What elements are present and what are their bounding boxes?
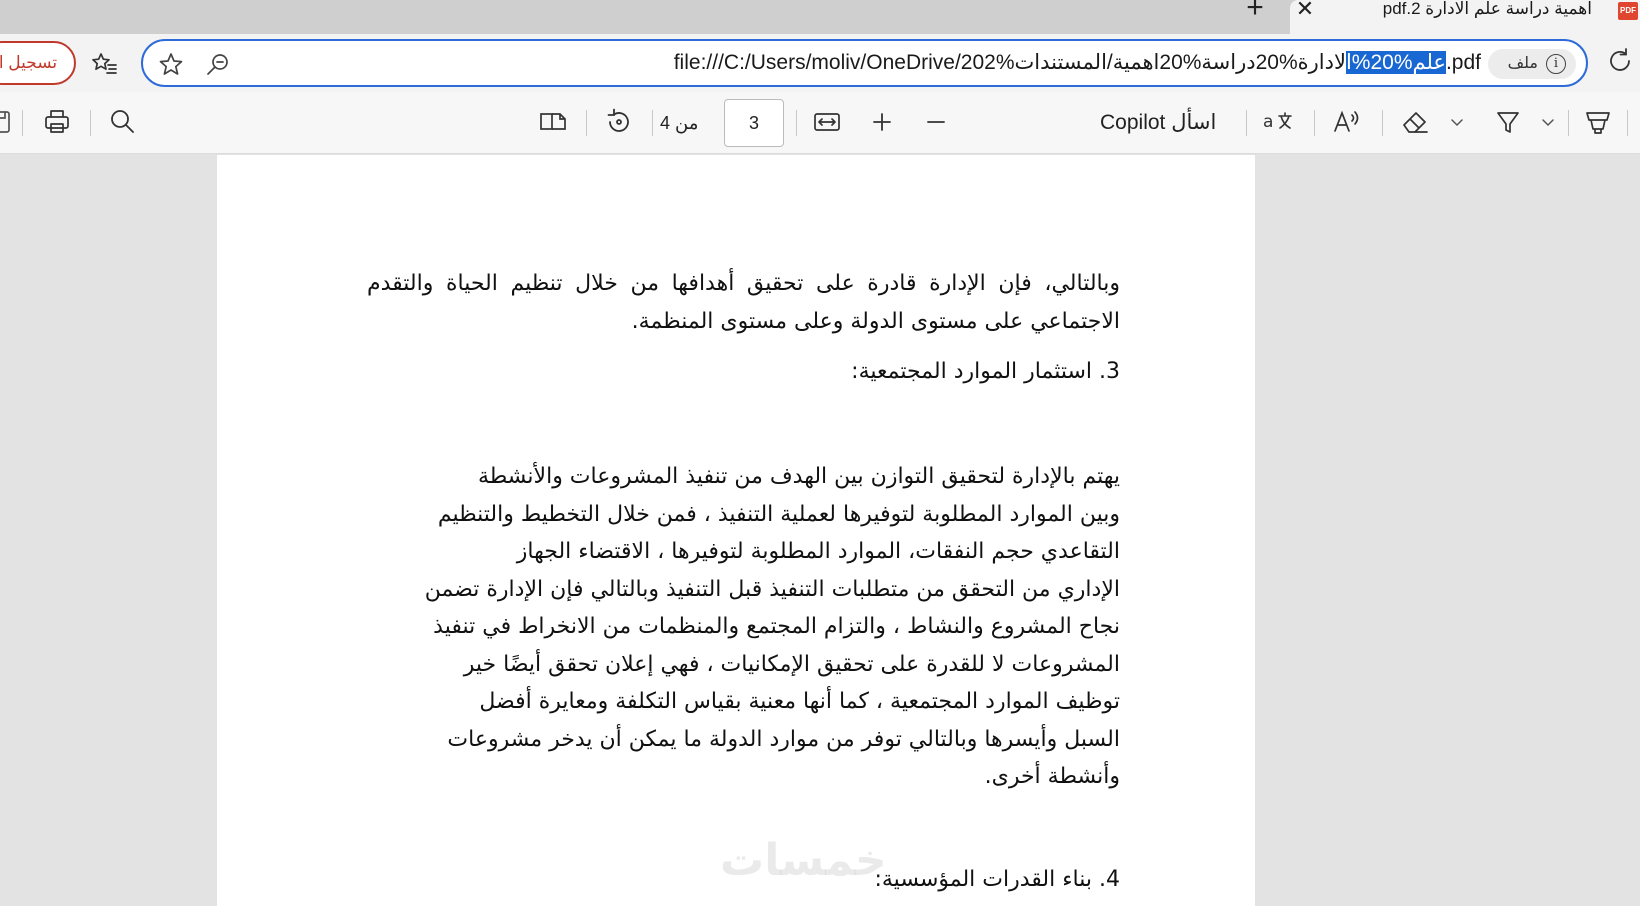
toolbar-separator <box>1568 110 1569 136</box>
search-icon[interactable] <box>108 107 138 137</box>
text-line: التقاعدي حجم النفقات، الموارد المطلوبة ل… <box>516 539 1120 564</box>
pdf-toolbar: من 4 3 اسأل Copilot a <box>0 92 1640 154</box>
favorites-icon[interactable] <box>90 50 118 78</box>
print-icon[interactable] <box>42 107 72 137</box>
translate-icon[interactable]: a <box>1262 107 1292 137</box>
zoom-out-icon[interactable] <box>921 107 951 137</box>
toolbar-separator <box>586 110 587 136</box>
site-info-badge[interactable]: ملف i <box>1488 49 1576 79</box>
page-count-label: من 4 <box>660 113 699 133</box>
ask-copilot-button[interactable]: اسأل Copilot <box>1100 108 1216 138</box>
add-favorite-star-icon[interactable] <box>157 51 185 79</box>
zoom-indicator-icon[interactable] <box>205 52 231 78</box>
page-number-input[interactable]: 3 <box>724 99 784 147</box>
toolbar-separator <box>796 110 797 136</box>
toolbar-separator <box>22 110 23 136</box>
text-line: يهتم بالإدارة لتحقيق التوازن بين الهدف م… <box>477 464 1120 489</box>
draw-chevron-down-icon[interactable] <box>1540 114 1556 130</box>
fit-width-icon[interactable] <box>812 107 842 137</box>
toolbar-separator <box>1246 110 1247 136</box>
erase-icon[interactable] <box>1400 107 1430 137</box>
zoom-in-icon[interactable] <box>867 107 897 137</box>
draw-icon[interactable] <box>1493 107 1523 137</box>
tab-strip: + اهمية دراسة علم الادارة pdf.2 PDF ✕ <box>0 0 1640 34</box>
signin-button[interactable]: تسجيل ا <box>0 41 76 85</box>
tab-close-icon[interactable]: ✕ <box>1290 0 1320 22</box>
toolbar-separator <box>1627 110 1628 136</box>
text-line: الإداري من التحقق من متطلبات التنفيذ قبل… <box>424 576 1120 602</box>
text-line: السبل وأيسرها وبالتالي توفر من موارد الد… <box>447 726 1120 752</box>
svg-text:a: a <box>1263 112 1273 132</box>
text-line: وبين الموارد المطلوبة لتوفيرها لعملية ال… <box>437 501 1120 527</box>
text-line: نجاح المشروع والنشاط ، والتزام المجتمع و… <box>433 614 1120 639</box>
toolbar-separator <box>1382 110 1383 136</box>
toolbar-separator <box>90 110 91 136</box>
paragraph-intro: وبالتالي، فإن الإدارة قادرة على تحقيق أه… <box>367 271 1120 334</box>
url-before: file:///C:/Users/moliv/OneDrive/202% <box>673 51 1015 74</box>
pdf-file-icon: PDF <box>1618 2 1638 20</box>
page-view-icon[interactable] <box>538 107 568 137</box>
address-bar[interactable]: file:///C:/Users/moliv/OneDrive/202% علم%… <box>141 39 1588 87</box>
url-text[interactable]: file:///C:/Users/moliv/OneDrive/202% علم%… <box>674 41 1481 85</box>
paragraph-resources: يهتم بالإدارة لتحقيق التوازن بين الهدف م… <box>367 458 1120 796</box>
read-aloud-icon[interactable] <box>1332 107 1362 137</box>
erase-chevron-down-icon[interactable] <box>1449 114 1465 130</box>
toolbar-separator <box>652 110 653 136</box>
pdf-viewer[interactable]: وبالتالي، فإن الإدارة قادرة على تحقيق أه… <box>0 155 1640 906</box>
save-icon[interactable] <box>0 107 16 137</box>
text-line: توظيف الموارد المجتمعية ، كما أنها معنية… <box>479 689 1120 714</box>
refresh-icon[interactable] <box>1605 46 1635 76</box>
url-selection: علم%20%ا <box>1345 51 1446 74</box>
file-badge-label: ملف <box>1507 55 1538 72</box>
pdf-page: وبالتالي، فإن الإدارة قادرة على تحقيق أه… <box>217 155 1255 906</box>
text-line: المشروعات لا للقدرة على تحقيق الإمكانيات… <box>463 651 1120 677</box>
section-heading-3: 3. استثمار الموارد المجتمعية: <box>851 359 1120 384</box>
rotate-icon[interactable] <box>604 107 634 137</box>
info-icon: i <box>1546 54 1566 74</box>
text-line: وأنشطة أخرى. <box>984 764 1120 789</box>
toolbar-separator <box>1314 110 1315 136</box>
highlight-icon[interactable] <box>1583 107 1613 137</box>
tab-active[interactable]: اهمية دراسة علم الادارة pdf.2 PDF <box>1290 0 1640 34</box>
tab-title: اهمية دراسة علم الادارة pdf.2 <box>1382 0 1592 18</box>
section-heading-4: 4. بناء القدرات المؤسسية: <box>874 867 1120 892</box>
navigation-bar: تسجيل ا file:///C:/Users/moliv/OneDrive/… <box>0 34 1640 92</box>
new-tab-button[interactable]: + <box>1240 0 1270 23</box>
